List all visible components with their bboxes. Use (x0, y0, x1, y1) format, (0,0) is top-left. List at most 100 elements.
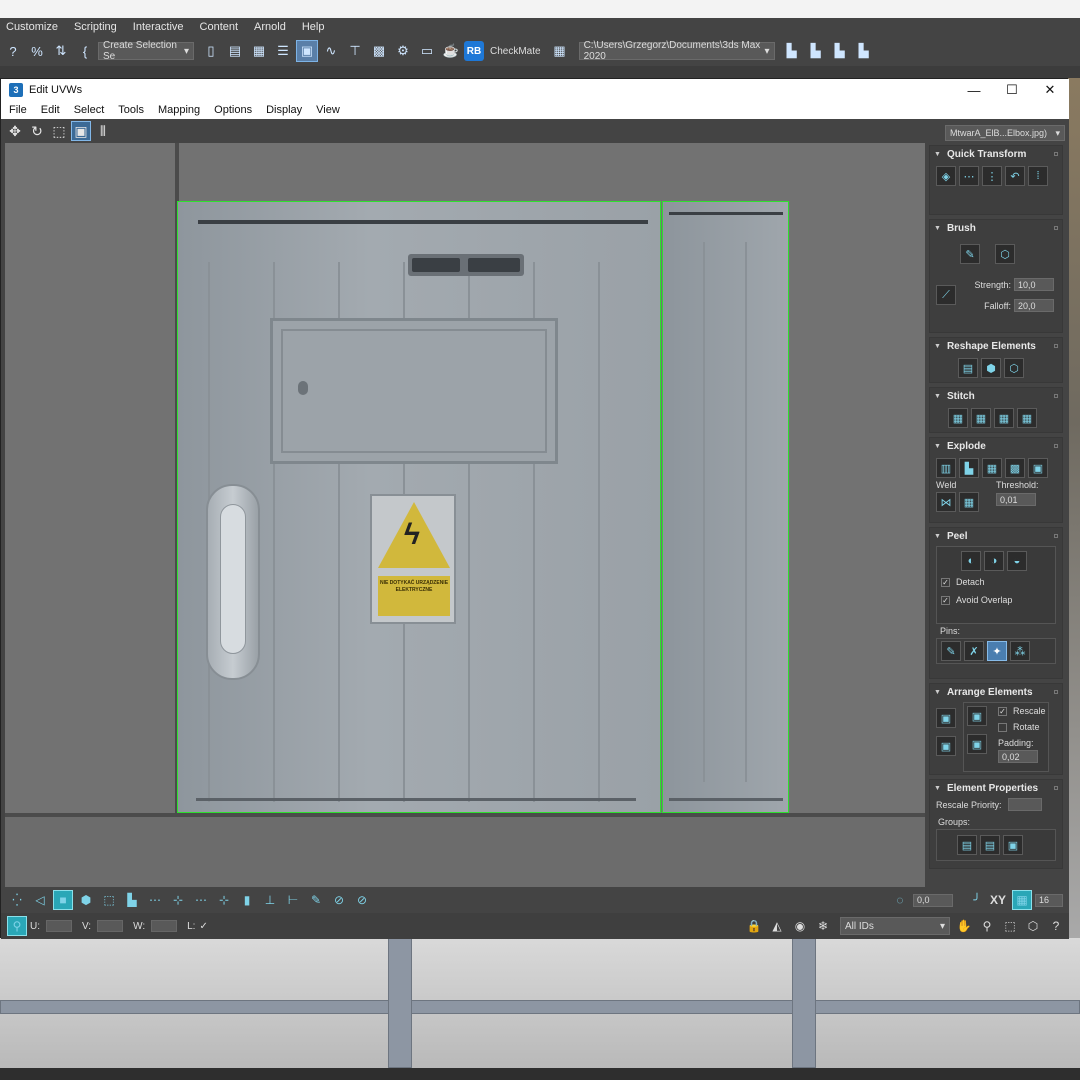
detach-edges-icon[interactable]: ▙ (959, 458, 979, 478)
menu-scripting[interactable]: Scripting (68, 21, 127, 33)
rescale-checkbox[interactable]: ✓ Rescale (998, 706, 1046, 716)
soft-selection-icon[interactable]: ◌ (890, 890, 910, 910)
peel-mode-icon[interactable]: ◒ (1007, 551, 1027, 571)
mirror-icon[interactable]: ▯ (200, 40, 222, 62)
lock-icon[interactable]: 🔒 (744, 916, 764, 936)
rollout-header[interactable]: ▼ Explode (930, 438, 1062, 454)
pelt-map-icon[interactable]: ◑ (984, 551, 1004, 571)
strength-spinner[interactable]: 10,0 (1014, 278, 1054, 291)
align-vertical-icon[interactable]: ⋮ (982, 166, 1002, 186)
pack-grouped-icon[interactable]: ▣ (967, 734, 987, 754)
brush-line-icon[interactable]: ⟋ (936, 285, 956, 305)
stitch-target-icon[interactable]: ▦ (971, 408, 991, 428)
menu-arnold[interactable]: Arnold (248, 21, 296, 33)
selection-set-dropdown[interactable]: Create Selection Se ▾ (98, 40, 194, 62)
help-icon[interactable]: ? (1046, 916, 1066, 936)
rollout-header[interactable]: ▼ Peel (930, 528, 1062, 544)
group-select-icon[interactable]: ▤ (957, 835, 977, 855)
rescale-priority-spinner[interactable] (1007, 798, 1042, 811)
vertex-mode-icon[interactable]: ⁛ (7, 890, 27, 910)
point-ring-icon[interactable]: ⊹ (214, 890, 234, 910)
checkmate-label[interactable]: CheckMate (490, 46, 541, 57)
menu-file[interactable]: File (1, 104, 33, 116)
rotate-ccw-icon[interactable]: ↶ (1005, 166, 1025, 186)
menu-view[interactable]: View (308, 104, 346, 116)
edge-ring-icon[interactable]: ⊹ (168, 890, 188, 910)
uv-shell-side[interactable] (662, 201, 789, 813)
rotate-checkbox[interactable]: Rotate (998, 722, 1046, 732)
menu-mapping[interactable]: Mapping (150, 104, 206, 116)
menu-help[interactable]: Help (296, 21, 335, 33)
open-edges-icon[interactable]: ▮ (237, 890, 257, 910)
rollout-header[interactable]: ▼ Brush (930, 220, 1062, 236)
polygon-mode-icon[interactable]: ■ (53, 890, 73, 910)
avoid-overlap-checkbox[interactable]: ✓ Avoid Overlap (941, 595, 1051, 605)
align-to-center-icon[interactable]: ◈ (936, 166, 956, 186)
explode-smoothing-icon[interactable]: ▩ (1005, 458, 1025, 478)
pin-icon[interactable]: ✎ (941, 641, 961, 661)
explode-polygons-icon[interactable]: ▦ (982, 458, 1002, 478)
grid-size-spinner[interactable]: 16 (1035, 893, 1063, 907)
scene-explorer-icon[interactable]: ▦ (248, 40, 270, 62)
menu-interactive[interactable]: Interactive (127, 21, 194, 33)
lock-check-icon[interactable]: ✓ (199, 921, 207, 932)
minimize-button[interactable]: — (955, 79, 993, 101)
falloff-curve-icon[interactable]: ╯ (967, 890, 987, 910)
align-horizontal-icon[interactable]: ⋯ (959, 166, 979, 186)
project-save-icon[interactable]: ▙ (829, 40, 851, 62)
align-icon[interactable]: ▤ (224, 40, 246, 62)
relax-icon[interactable]: ⬢ (981, 358, 1001, 378)
paint-brush-icon[interactable]: ✎ (960, 244, 980, 264)
rb-plugin-button[interactable]: RB (464, 41, 484, 61)
auto-pin-icon[interactable]: ✦ (987, 641, 1007, 661)
menu-customize[interactable]: Customize (0, 21, 68, 33)
spinner-snap-icon[interactable]: ⇅ (50, 40, 72, 62)
menu-content[interactable]: Content (194, 21, 249, 33)
eye-icon[interactable]: ◉ (790, 916, 810, 936)
zoom-icon[interactable]: ⚲ (977, 916, 997, 936)
menu-select[interactable]: Select (66, 104, 111, 116)
rollout-header[interactable]: ▼ Element Properties (930, 780, 1062, 796)
quick-peel-icon[interactable]: ◐ (961, 551, 981, 571)
unpin-icon[interactable]: ✗ (964, 641, 984, 661)
material-ids-dropdown[interactable]: All IDs ▾ (840, 917, 950, 935)
menu-edit[interactable]: Edit (33, 104, 66, 116)
project-settings-icon[interactable]: ▙ (853, 40, 875, 62)
paint-select-add-icon[interactable]: ⊘ (329, 890, 349, 910)
u-coordinate-field[interactable] (46, 920, 72, 932)
render-icon[interactable]: ☕ (440, 40, 462, 62)
uv-viewport[interactable]: ϟ NIE DOTYKAĆ URZĄDZENIE ELEKTRYCZNE (5, 143, 925, 887)
detach-checkbox[interactable]: ✓ Detach (941, 577, 1051, 587)
percent-snap-icon[interactable]: % (26, 40, 48, 62)
xy-toggle[interactable]: XY (990, 893, 1006, 907)
weld-target-icon[interactable]: ▦ (959, 492, 979, 512)
rollout-header[interactable]: ▼ Reshape Elements (930, 338, 1062, 354)
pack-normalize-icon[interactable]: ▣ (936, 708, 956, 728)
schematic-view-icon[interactable]: ⊤ (344, 40, 366, 62)
paint-select-icon[interactable]: ✎ (306, 890, 326, 910)
texture-dropdown[interactable]: MtwarA_ElB...Elbox.jpg) ▾ (945, 125, 1065, 141)
rollout-header[interactable]: ▼ Stitch (930, 388, 1062, 404)
break-icon[interactable]: ▥ (936, 458, 956, 478)
w-coordinate-field[interactable] (151, 920, 178, 932)
project-open-icon[interactable]: ▙ (805, 40, 827, 62)
falloff-spinner[interactable]: 20,0 (1014, 299, 1054, 312)
edge-loop-icon[interactable]: ⋯ (145, 890, 165, 910)
straighten-icon[interactable]: ▤ (958, 358, 978, 378)
freeze-icon[interactable]: ❄ (813, 916, 833, 936)
rotate-icon[interactable]: ↻ (27, 121, 47, 141)
material-editor-icon[interactable]: ▩ (368, 40, 390, 62)
stitch-source-icon[interactable]: ▦ (1017, 408, 1037, 428)
select-pins-icon[interactable]: ⁂ (1010, 641, 1030, 661)
shrink-selection-icon[interactable]: ⊥ (260, 890, 280, 910)
edge-mode-icon[interactable]: ◁ (30, 890, 50, 910)
uv-shell-door[interactable]: ϟ NIE DOTYKAĆ URZĄDZENIE ELEKTRYCZNE (177, 201, 661, 813)
soft-selection-spinner[interactable]: 0,0 (912, 893, 953, 907)
pack-custom-icon[interactable]: ▣ (967, 706, 987, 726)
paint-select-subtract-icon[interactable]: ⊘ (352, 890, 372, 910)
point-loop-icon[interactable]: ⋯ (191, 890, 211, 910)
element-mode-icon[interactable]: ⬢ (76, 890, 96, 910)
grid-snap-icon[interactable]: ▦ (1012, 890, 1032, 910)
render-setup-icon[interactable]: ⚙ (392, 40, 414, 62)
project-path-dropdown[interactable]: C:\Users\Grzegorz\Documents\3ds Max 2020… (578, 40, 775, 62)
